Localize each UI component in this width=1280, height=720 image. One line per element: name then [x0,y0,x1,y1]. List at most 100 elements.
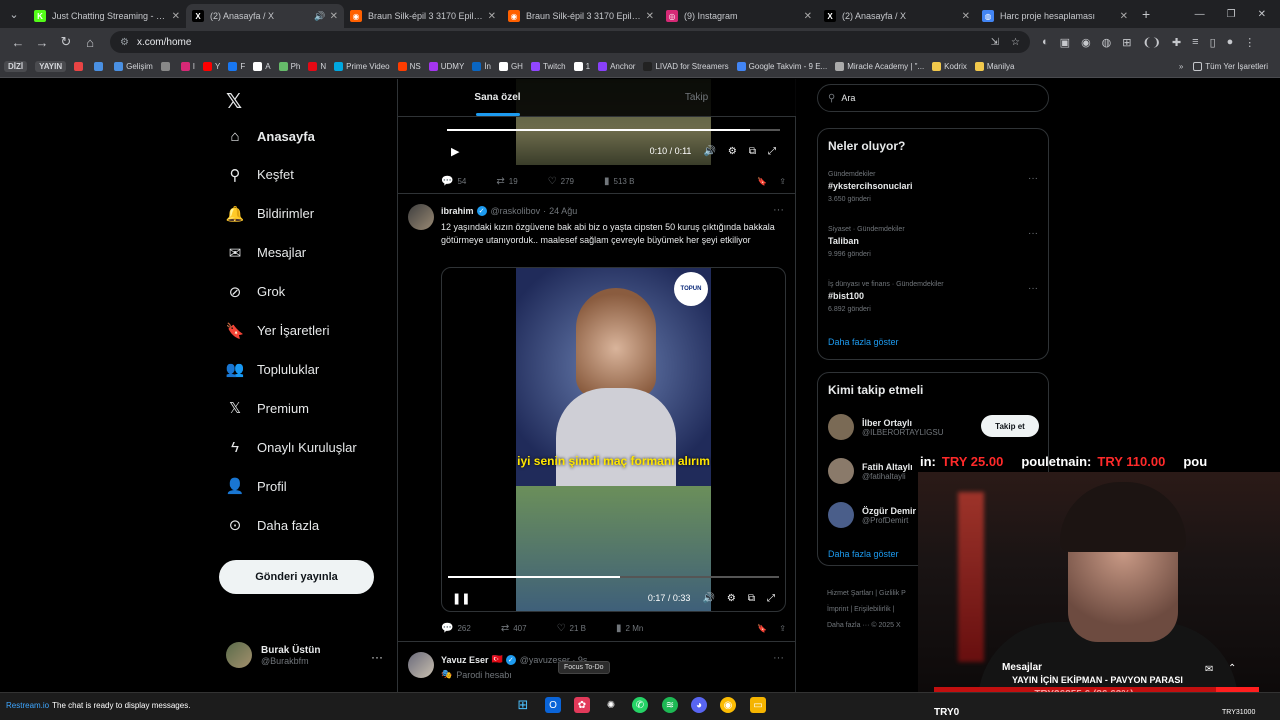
whatsapp-icon[interactable]: ✆ [632,697,648,713]
extensions-puzzle-icon[interactable]: ✚ [1172,36,1181,49]
bookmark-item[interactable]: UDMY [428,62,464,71]
views-button[interactable]: ▮ 513 B [604,176,634,187]
tweet-author-name[interactable]: Yavuz Eser [441,655,489,665]
tab-close-icon[interactable]: ✕ [1120,11,1128,22]
share-icon[interactable]: ⇪ [779,177,786,186]
avatar[interactable] [408,204,434,230]
tweet-author-handle[interactable]: @raskolibov [491,206,541,216]
all-bookmarks-folder[interactable]: Tüm Yer İşaretleri [1193,62,1268,71]
sidebar-item-mesajlar[interactable]: ✉ Mesajlar [226,244,306,262]
footer-link[interactable]: Daha fazla ··· © 2025 X [827,618,927,634]
sidebar-item-onaylı-kuruluşlar[interactable]: ϟ Onaylı Kuruluşlar [226,438,357,456]
extension-icon[interactable]: ◍ [1102,36,1112,49]
profile-avatar-icon[interactable]: ● [1227,36,1234,49]
bookmark-item[interactable] [160,62,173,71]
trends-show-more[interactable]: Daha fazla göster [828,337,899,347]
fullscreen-icon[interactable]: ⤢ [767,593,775,604]
discord-icon[interactable]: ◕ [691,697,707,713]
bookmark-icon[interactable]: 🔖 [757,177,767,186]
bookmark-item[interactable]: Y [203,62,220,71]
forward-icon[interactable]: → [30,35,54,50]
minimize-icon[interactable]: — [1195,9,1205,20]
install-app-icon[interactable]: ⇲ [991,37,999,48]
tab-close-icon[interactable]: ✕ [646,11,654,22]
footer-link[interactable]: Hizmet Şartları | Gizlilik P [827,586,927,602]
collapse-icon[interactable]: ⌃ [1228,663,1236,674]
site-info-icon[interactable]: ⚙ [120,37,129,48]
bookmark-item[interactable]: Kodrix [932,62,967,71]
settings-icon[interactable]: ⚙ [728,146,737,157]
close-window-icon[interactable]: ✕ [1258,9,1266,20]
settings-icon[interactable]: ⚙ [727,593,736,604]
tab-close-icon[interactable]: ✕ [488,11,496,22]
maximize-icon[interactable]: ❐ [1227,9,1236,20]
home-button-icon[interactable]: ⌂ [78,35,102,50]
tab-for-you[interactable]: Sana özel [398,79,597,116]
extension-icon[interactable]: ◉ [1081,36,1091,49]
sidebar-item-yer-i-şaretleri[interactable]: 🔖 Yer İşaretleri [226,322,330,340]
extension-icon[interactable]: ◐ [1042,36,1049,49]
account-switcher[interactable]: Burak Üstün @Burakbfm [226,642,320,668]
tab-following[interactable]: Takip [597,79,796,116]
url-text[interactable]: x.com/home [137,37,191,48]
bookmark-item[interactable]: I [180,62,195,71]
video-player[interactable]: TOPUN iyi senin şimdi maç formanı alırım… [441,267,786,612]
browser-tab[interactable]: ◎ (9) Instagram ✕ [660,4,818,28]
bookmark-item[interactable]: N [308,62,326,71]
bookmark-star-icon[interactable]: ☆ [1011,37,1020,48]
browser-tab[interactable]: K Just Chatting Streaming - Live S ✕ [28,4,186,28]
new-message-icon[interactable]: ✉ [1205,664,1213,675]
bookmark-item[interactable]: GH [498,62,523,71]
tab-audio-icon[interactable]: 🔊 [314,11,325,22]
video-progress[interactable] [448,576,779,578]
extension-icon[interactable]: ▣ [1060,36,1070,49]
tweet-date[interactable]: 24 Ağu [549,206,577,216]
bookmark-item[interactable]: Ph [278,62,300,71]
tab-close-icon[interactable]: ✕ [804,11,812,22]
bookmark-item[interactable]: Google Takvim - 9 E... [736,62,827,71]
follow-show-more[interactable]: Daha fazla göster [828,549,899,559]
like-button[interactable]: ♡ 279 [548,176,574,187]
tab-close-icon[interactable]: ✕ [962,11,970,22]
pip-icon[interactable]: ⧉ [749,146,756,157]
new-tab-button[interactable]: + [1142,6,1150,22]
bookmark-item[interactable]: 1 [573,62,590,71]
address-bar[interactable]: ⚙ x.com/home ⇲ ☆ [110,31,1030,53]
trend-more-icon[interactable]: ··· [1028,173,1038,184]
chatgpt-icon[interactable]: ✺ [603,697,619,713]
browser-tab[interactable]: ◍ Harc proje hesaplaması ✕ [976,4,1134,28]
follow-button[interactable]: Takip et [981,415,1039,437]
tweet[interactable]: ibrahim ✓ @raskolibov · 24 Ağu ··· 12 ya… [398,193,796,641]
extension-icon[interactable]: ⊞ [1122,36,1131,49]
tweet-author-name[interactable]: ibrahim [441,206,474,216]
bookmark-item[interactable]: LIVAD for Streamers [643,62,729,71]
windows-start-icon[interactable]: ⊞ [515,697,531,713]
sidebar-item-bildirimler[interactable]: 🔔 Bildirimler [226,205,314,223]
sidebar-item-daha-fazla[interactable]: ⊙ Daha fazla [226,516,319,534]
sidebar-item-profil[interactable]: 👤 Profil [226,477,287,495]
bookmark-item[interactable]: F [228,62,245,71]
bookmark-item[interactable]: DİZİ [4,61,28,72]
sidebar-item-anasayfa[interactable]: ⌂ Anasayfa [226,127,314,145]
back-icon[interactable]: ← [6,35,30,50]
trend-more-icon[interactable]: ··· [1028,283,1038,294]
search-input[interactable]: ⚲ Ara [817,84,1049,112]
bookmark-item[interactable]: A [253,62,271,71]
bookmark-item[interactable]: NS [397,62,421,71]
reply-button[interactable]: 💬 262 [441,623,471,634]
tweet-more-icon[interactable]: ··· [773,652,784,664]
sidebar-item-premium[interactable]: 𝕏 Premium [226,399,309,417]
like-button[interactable]: ♡ 21 B [557,623,586,634]
bookmark-item[interactable]: Manilya [974,62,1014,71]
bookmark-item[interactable]: Prime Video [334,62,390,71]
sidebar-icon[interactable]: ▯ [1210,36,1216,49]
spotify-icon[interactable]: ≋ [662,697,678,713]
trend-item[interactable]: Siyaset · Gündemdekiler Taliban 9.996 gönd… [828,226,1038,258]
messages-drawer-label[interactable]: Mesajlar [1002,662,1042,673]
trend-item[interactable]: Gündemdekiler #ykstercihsonuclari 3.650 gö… [828,171,1038,203]
bookmark-item[interactable]: İn [472,62,491,71]
extension-icon[interactable]: ❨❩ [1143,36,1161,49]
bookmark-icon[interactable]: 🔖 [757,624,767,633]
bookmark-item[interactable] [74,62,86,71]
sidebar-item-grok[interactable]: ⊘ Grok [226,283,285,301]
